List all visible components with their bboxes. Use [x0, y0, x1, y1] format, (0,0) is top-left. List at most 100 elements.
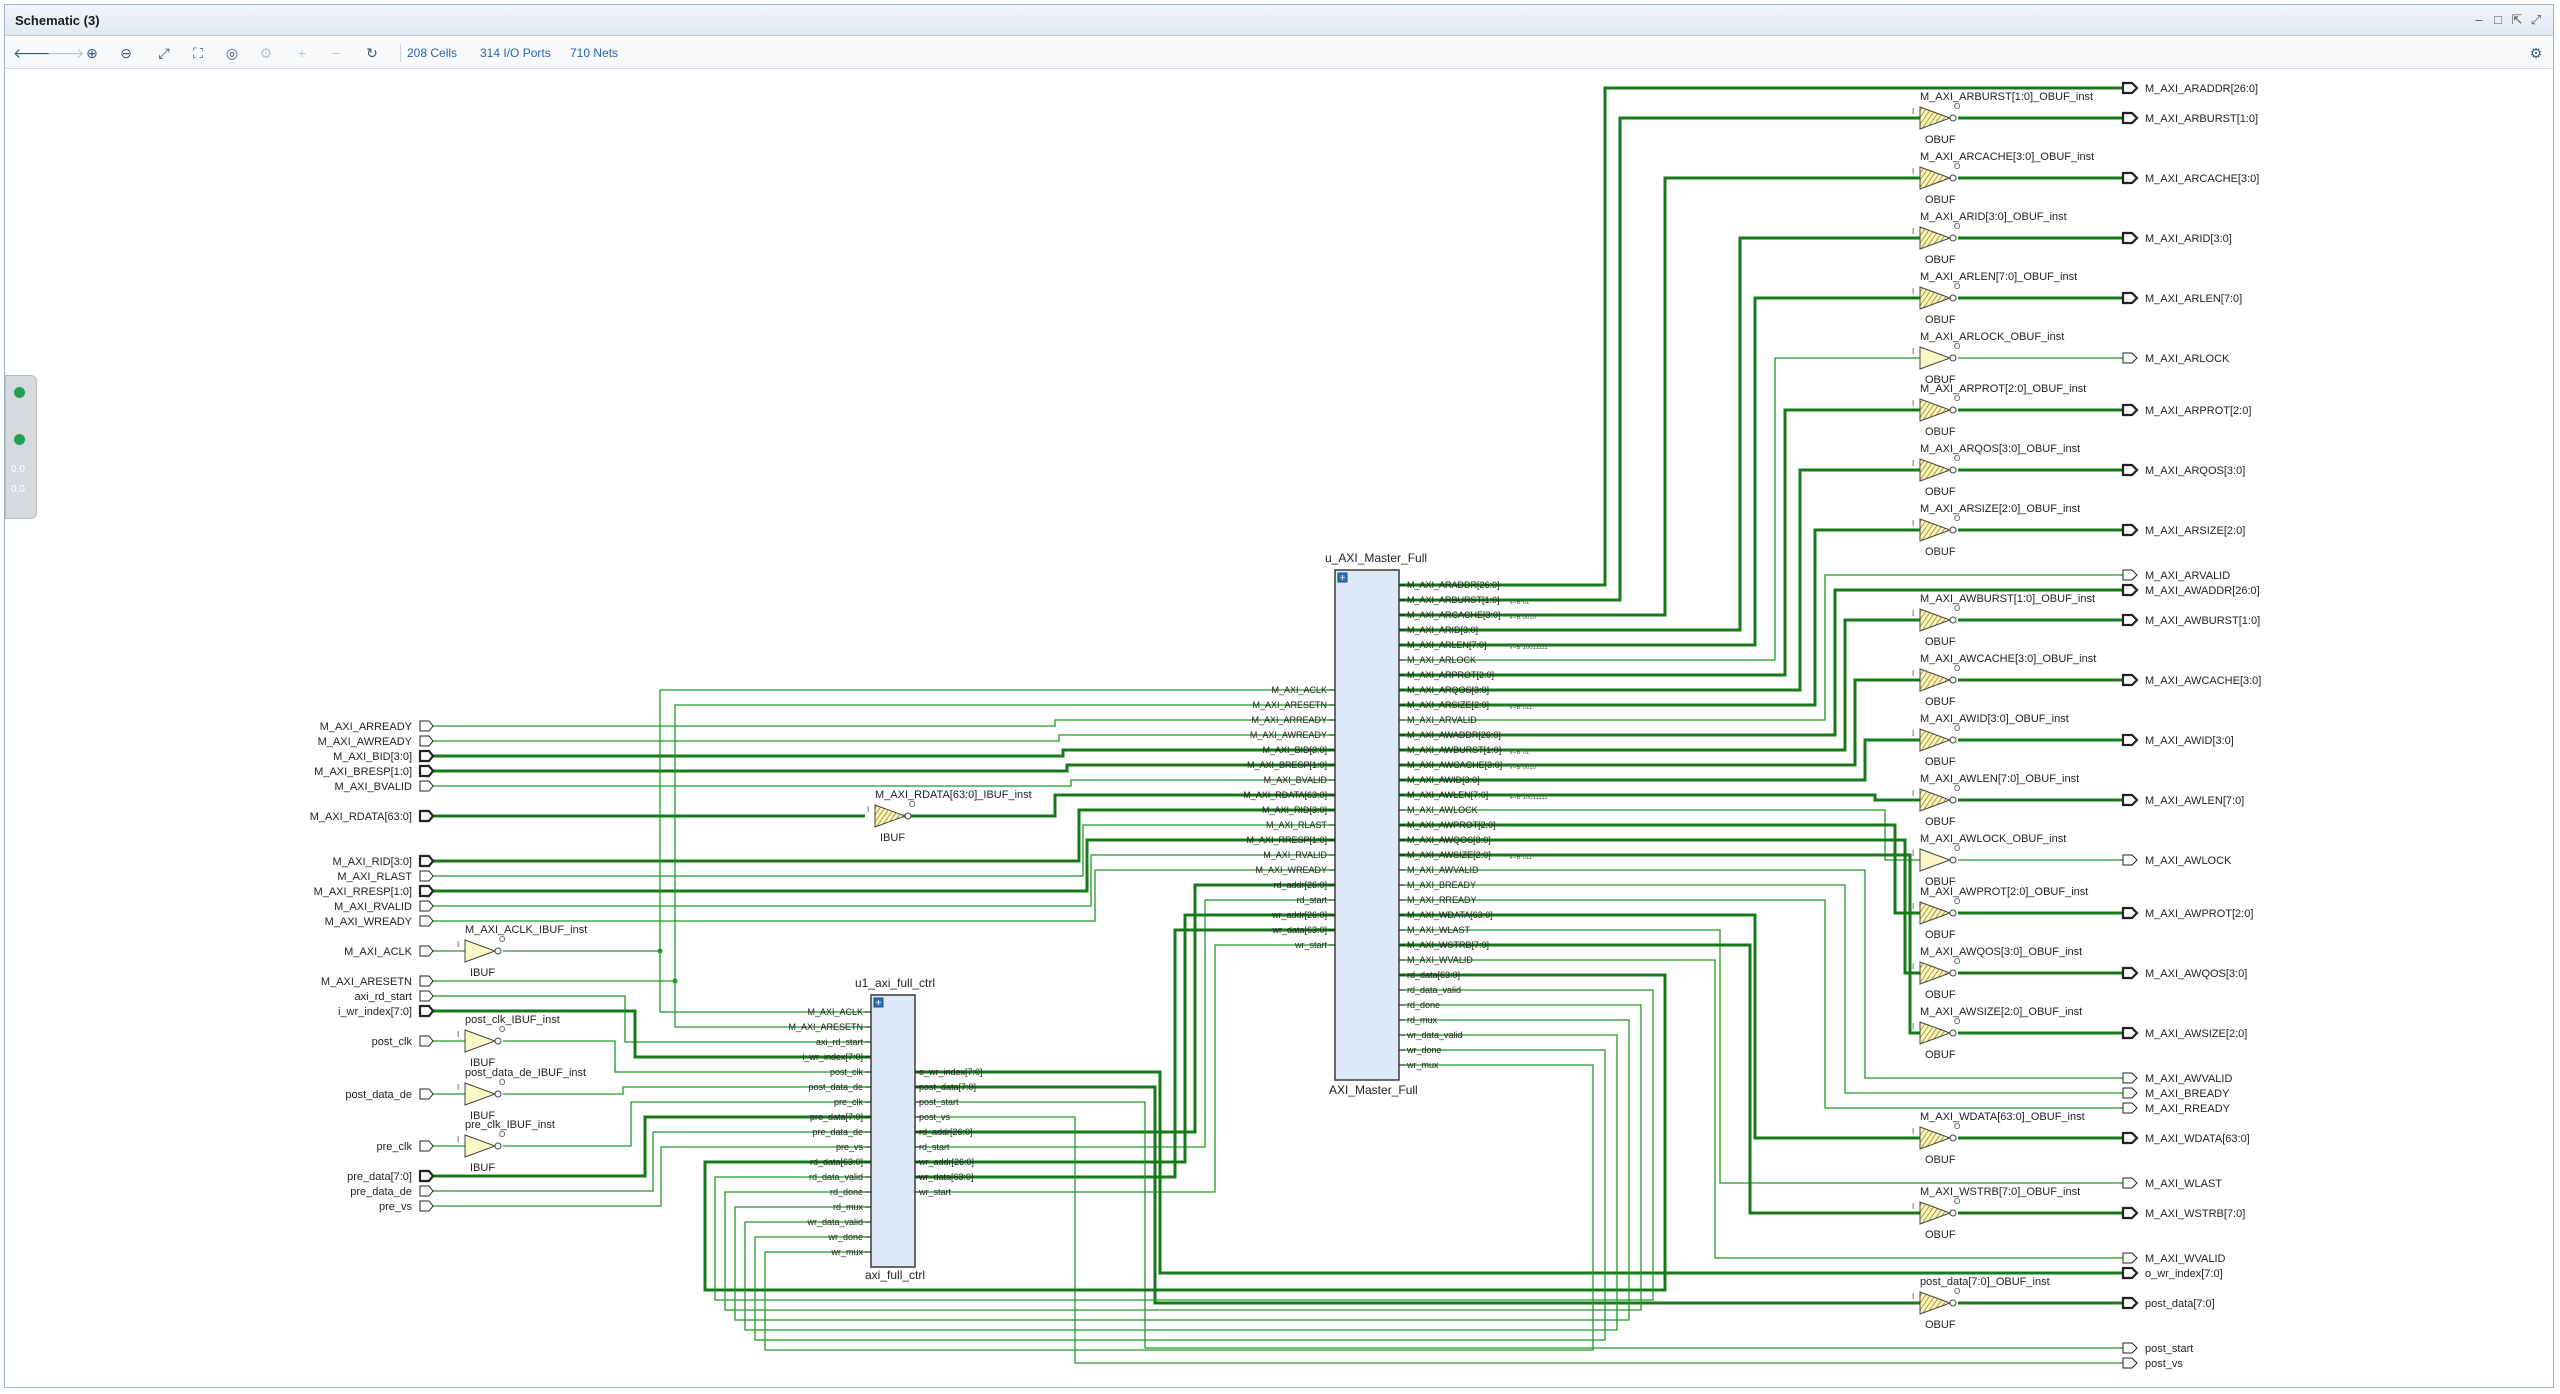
expand-icon[interactable]: +	[293, 44, 311, 62]
output-port-label: M_AXI_ARVALID	[2145, 570, 2230, 582]
ctrl-pin-label: rd_addr[26:0]	[919, 1127, 973, 1137]
master-pin-label: M_AXI_WDATA[63:0]	[1407, 910, 1493, 920]
input-port-icon	[419, 735, 434, 747]
master-pin-label: M_AXI_WLAST	[1407, 925, 1471, 935]
buffer-pin-label: I	[1912, 962, 1914, 971]
master-block	[1334, 569, 1400, 1081]
master-pin-label: M_AXI_WREADY	[1255, 865, 1327, 875]
minimize-icon[interactable]: –	[2471, 12, 2487, 28]
zoom-fit-icon[interactable]: ⤢	[155, 44, 173, 62]
bus-net	[1399, 943, 1920, 1215]
nets-count-link[interactable]: 710 Nets	[570, 46, 618, 60]
ctrl-pin-label: o_wr_index[7:0]	[919, 1067, 983, 1077]
side-panel[interactable]: 0.0 0.0	[5, 375, 37, 519]
select-icon[interactable]: ◎	[223, 44, 241, 62]
buffer-pin-label: I	[867, 805, 869, 814]
forward-icon[interactable]: 🡒	[47, 44, 85, 62]
obuf-bubble	[1949, 969, 1957, 977]
obuf-bubble	[1949, 1029, 1957, 1037]
input-port-icon	[418, 884, 435, 898]
restore-icon[interactable]: □	[2490, 12, 2506, 28]
ibuf-type: IBUF	[470, 1162, 495, 1174]
output-port-icon	[2122, 1102, 2138, 1114]
output-port-label: M_AXI_AWPROT[2:0]	[2145, 908, 2253, 920]
obuf-type: OBUF	[1925, 929, 1956, 941]
input-port-icon	[419, 975, 434, 987]
obuf-bubble	[1949, 1134, 1957, 1142]
float-icon[interactable]: ⇱	[2509, 12, 2525, 28]
zoom-area-icon[interactable]: ⛶	[189, 44, 207, 62]
output-port-icon	[2121, 291, 2139, 305]
output-port-label: M_AXI_ARADDR[26:0]	[2145, 83, 2258, 95]
obuf-type: OBUF	[1925, 1319, 1956, 1331]
ibuf-icon	[464, 1082, 497, 1106]
input-port-label: M_AXI_RLAST	[337, 871, 412, 883]
master-pin-label: M_AXI_WVALID	[1407, 955, 1473, 965]
refresh-icon[interactable]: ↻	[363, 44, 381, 62]
schematic-canvas[interactable]: M_AXI_ARREADY M_AXI_AWREADY M_AXI_BID[3:0]…	[5, 69, 2555, 1389]
output-port-label: M_AXI_ARBURST[1:0]	[2145, 113, 2258, 125]
collapse-icon[interactable]: −	[327, 44, 345, 62]
buffer-pin-label: O	[1954, 282, 1960, 291]
master-pin-label: wr_done	[1406, 1045, 1442, 1055]
ctrl-pin-label: post_data_de	[808, 1082, 863, 1092]
bus-net	[915, 913, 1335, 1164]
input-port-icon	[418, 854, 435, 868]
master-pin-label: M_AXI_ARADDR[26:0]	[1407, 580, 1500, 590]
buffer-pin-label: I	[1912, 519, 1914, 528]
master-pin-label: M_AXI_AWADDR[26:0]	[1407, 730, 1501, 740]
buffer-pin-label: I	[1912, 287, 1914, 296]
output-port-label: M_AXI_BREADY	[2145, 1088, 2230, 1100]
ibuf-instance-name: M_AXI_ACLK_IBUF_inst	[465, 924, 587, 936]
regenerate-icon[interactable]: ⚙	[257, 44, 275, 62]
buffer-pin-label: I	[1912, 669, 1914, 678]
input-port-icon	[418, 749, 435, 763]
cells-count-link[interactable]: 208 Cells	[407, 46, 457, 60]
obuf-type: OBUF	[1925, 756, 1956, 768]
input-port-label: M_AXI_BRESP[1:0]	[314, 766, 412, 778]
buffer-pin-label: I	[1912, 107, 1914, 116]
buffer-pin-label: O	[499, 935, 505, 944]
zoom-in-icon[interactable]: ⊕	[83, 44, 101, 62]
master-pin-label: rd_start	[1296, 895, 1327, 905]
constant-value-label: V=B"011"	[1509, 855, 1534, 861]
master-pin-label: M_AXI_WSTRB[7:0]	[1407, 940, 1489, 950]
obuf-type: OBUF	[1925, 486, 1956, 498]
buffer-pin-label: I	[1912, 1022, 1914, 1031]
output-port-label: M_AXI_ARID[3:0]	[2145, 233, 2232, 245]
master-pin-label: M_AXI_RRESP[1:0]	[1246, 835, 1327, 845]
master-pin-label: M_AXI_ARID[3:0]	[1407, 625, 1478, 635]
side-panel-value: 0.0	[11, 484, 25, 495]
master-pin-label: M_AXI_ARREADY	[1251, 715, 1327, 725]
obuf-bubble	[1949, 114, 1957, 122]
obuf-icon	[1919, 1126, 1952, 1150]
input-port-label: M_AXI_RDATA[63:0]	[310, 811, 412, 823]
schematic-svg[interactable]: M_AXI_ARREADY M_AXI_AWREADY M_AXI_BID[3:0]…	[5, 69, 2555, 1389]
buffer-pin-label: O	[1954, 514, 1960, 523]
obuf-bubble	[1949, 856, 1957, 864]
obuf-icon	[1919, 1291, 1952, 1315]
buffer-pin-label: O	[1954, 342, 1960, 351]
input-port-label: M_AXI_RID[3:0]	[333, 856, 412, 868]
ports-count-link[interactable]: 314 I/O Ports	[480, 46, 551, 60]
output-port-label: M_AXI_ARLEN[7:0]	[2145, 293, 2242, 305]
zoom-out-icon[interactable]: ⊖	[117, 44, 135, 62]
obuf-bubble	[1949, 294, 1957, 302]
net	[1399, 929, 2123, 1184]
net	[674, 981, 871, 1028]
back-icon[interactable]: 🡐	[13, 44, 51, 62]
buffer-pin-label: I	[1912, 1202, 1914, 1211]
bus-net	[432, 748, 1335, 758]
output-port-icon	[2122, 352, 2138, 364]
obuf-icon	[1919, 518, 1952, 542]
master-pin-label: M_AXI_ARVALID	[1407, 715, 1477, 725]
status-dot-icon	[14, 434, 25, 445]
maximize-icon[interactable]: ⤢	[2528, 12, 2544, 28]
output-port-label: M_AXI_ARQOS[3:0]	[2145, 465, 2245, 477]
output-port-icon	[2121, 1296, 2139, 1310]
settings-icon[interactable]: ⚙	[2527, 44, 2545, 62]
buffer-pin-label: I	[1912, 167, 1914, 176]
master-pin-label: M_AXI_BID[3:0]	[1262, 745, 1327, 755]
master-pin-label: M_AXI_ARLOCK	[1407, 655, 1476, 665]
bus-net	[1399, 408, 1920, 677]
